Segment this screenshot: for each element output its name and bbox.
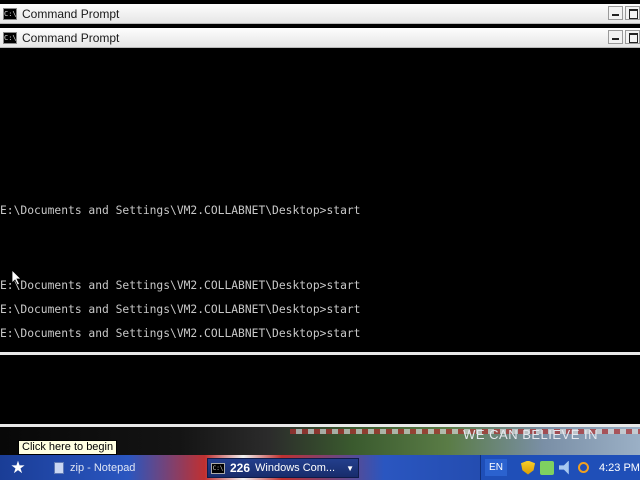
taskbar-group-count: 226	[230, 461, 251, 475]
console-line: E:\Documents and Settings\VM2.COLLABNET\…	[0, 303, 361, 316]
minimize-button[interactable]	[608, 30, 623, 44]
clock[interactable]: 4:23 PM	[599, 462, 640, 474]
cmd-icon: C:\	[211, 462, 225, 474]
console-output[interactable]: E:\Documents and Settings\VM2.COLLABNET\…	[0, 48, 640, 352]
cmd-icon: C:\	[3, 7, 17, 20]
start-tooltip: Click here to begin	[18, 440, 118, 455]
wallpaper-slogan: WE CAN BELIEVE IN	[463, 427, 598, 442]
front-window-titlebar[interactable]: C:\ Command Prompt	[0, 28, 640, 48]
language-indicator[interactable]: EN	[485, 459, 507, 476]
taskbar-item-label: zip - Notepad	[70, 462, 136, 474]
console-line: E:\Documents and Settings\VM2.COLLABNET\…	[0, 327, 361, 340]
taskbar-group-command-prompt[interactable]: C:\ 226 Windows Com... ▼	[207, 458, 359, 478]
back-window-titlebar[interactable]: C:\ Command Prompt	[0, 4, 640, 24]
star-icon: ★	[10, 458, 26, 477]
back-window-title: Command Prompt	[22, 6, 120, 21]
dropdown-arrow-icon: ▼	[346, 463, 354, 473]
console-line: E:\Documents and Settings\VM2.COLLABNET\…	[0, 204, 361, 217]
front-window-controls	[608, 30, 640, 44]
maximize-button[interactable]	[625, 6, 640, 20]
maximize-button[interactable]	[625, 30, 640, 44]
taskbar-item-notepad[interactable]: zip - Notepad	[50, 458, 200, 478]
minimize-button[interactable]	[608, 6, 623, 20]
search-icon[interactable]	[578, 462, 589, 473]
taskbar: ★ zip - Notepad C:\ 226 Windows Com... ▼…	[0, 455, 640, 480]
start-button[interactable]: ★	[6, 458, 30, 478]
network-icon[interactable]	[540, 460, 554, 475]
cmd-icon: C:\	[3, 31, 17, 44]
mouse-pointer-icon	[12, 270, 22, 286]
taskbar-group-label: Windows Com...	[255, 462, 336, 474]
console-line: E:\Documents and Settings\VM2.COLLABNET\…	[0, 279, 361, 292]
notepad-icon	[54, 462, 64, 474]
back-window-controls	[608, 6, 640, 20]
system-tray: EN 4:23 PM	[480, 455, 640, 480]
shield-icon[interactable]	[521, 460, 535, 475]
front-window-title: Command Prompt	[22, 30, 120, 45]
volume-icon[interactable]	[559, 460, 569, 475]
background-window-area	[0, 355, 640, 424]
